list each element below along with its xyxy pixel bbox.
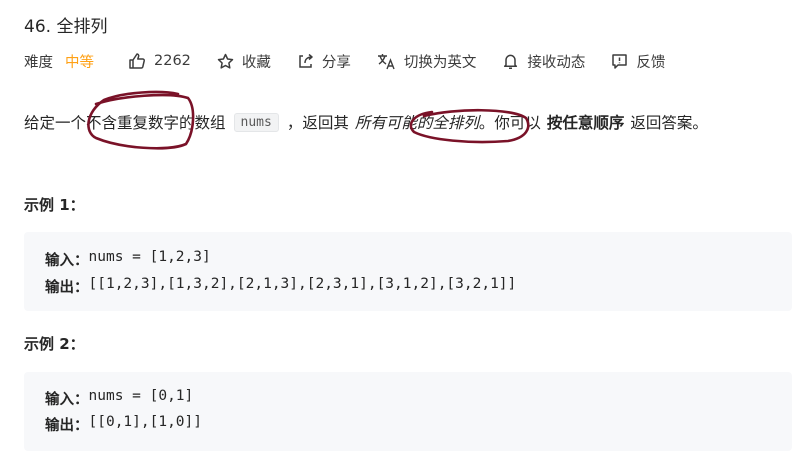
output-value: [[0,1],[1,0]] <box>88 414 203 430</box>
input-label: 输入： <box>45 392 89 408</box>
translate-button[interactable]: 切换为英文 <box>377 51 477 72</box>
share-button[interactable]: 分享 <box>297 51 351 72</box>
share-label: 分享 <box>321 54 351 71</box>
description-emphasis: 所有可能的全排列 <box>354 114 479 132</box>
share-icon <box>299 53 313 68</box>
output-value: [[1,2,3],[1,3,2],[2,1,3],[2,3,1],[3,1,2]… <box>88 276 517 292</box>
input-value: nums = [0,1] <box>88 388 194 404</box>
example-1-title: 示例 1： <box>24 196 85 214</box>
description-strong: 按任意顺序 <box>546 114 625 132</box>
example-1-code-block: 输入： nums = [1,2,3] 输出： [[1,2,3],[1,3,2],… <box>24 232 792 311</box>
difficulty-value: 中等 <box>65 54 94 71</box>
favorite-label: 收藏 <box>241 54 271 71</box>
bell-icon <box>504 54 518 69</box>
description-text-1: 给定一个不含重复数字的数组 <box>24 114 226 132</box>
like-count: 2262 <box>154 53 191 69</box>
example-2-output: 输出： [[0,1],[1,0]] <box>45 414 202 435</box>
example-1-input: 输入： nums = [1,2,3] <box>45 249 211 270</box>
feedback-button[interactable]: 反馈 <box>611 51 665 72</box>
description-text-3: 。你可以 <box>478 114 541 132</box>
translate-label: 切换为英文 <box>403 54 477 71</box>
feedback-label: 反馈 <box>636 54 666 71</box>
example-2-code-block: 输入： nums = [0,1] 输出： [[0,1],[1,0]] <box>24 372 792 451</box>
example-1-output: 输出： [[1,2,3],[1,3,2],[2,1,3],[2,3,1],[3,… <box>45 276 516 297</box>
feedback-icon <box>612 53 628 69</box>
description-text-4: 返回答案。 <box>630 114 708 132</box>
star-icon <box>217 53 234 69</box>
example-2-title: 示例 2： <box>24 335 85 353</box>
inline-code-nums: nums <box>233 112 279 132</box>
notify-label: 接收动态 <box>527 54 586 71</box>
problem-title: 46. 全排列 <box>24 17 108 37</box>
notify-button[interactable]: 接收动态 <box>502 51 585 72</box>
input-label: 输入： <box>45 253 89 269</box>
like-button[interactable]: 2262 <box>128 52 191 70</box>
problem-meta-bar: 难度 中等 2262 收藏 分享 切换为英文 接收动态 反馈 <box>24 50 691 72</box>
input-value: nums = [1,2,3] <box>88 249 211 265</box>
description-text-2: ，返回其 <box>286 114 349 132</box>
translate-icon <box>377 53 395 69</box>
thumbs-up-icon <box>129 53 145 69</box>
difficulty-label: 难度 <box>24 54 53 71</box>
output-label: 输出： <box>45 418 89 434</box>
favorite-button[interactable]: 收藏 <box>217 51 271 72</box>
output-label: 输出： <box>45 280 89 296</box>
problem-description: 给定一个不含重复数字的数组 nums ，返回其 所有可能的全排列 。你可以 按任… <box>24 111 708 133</box>
example-2-input: 输入： nums = [0,1] <box>45 388 193 409</box>
